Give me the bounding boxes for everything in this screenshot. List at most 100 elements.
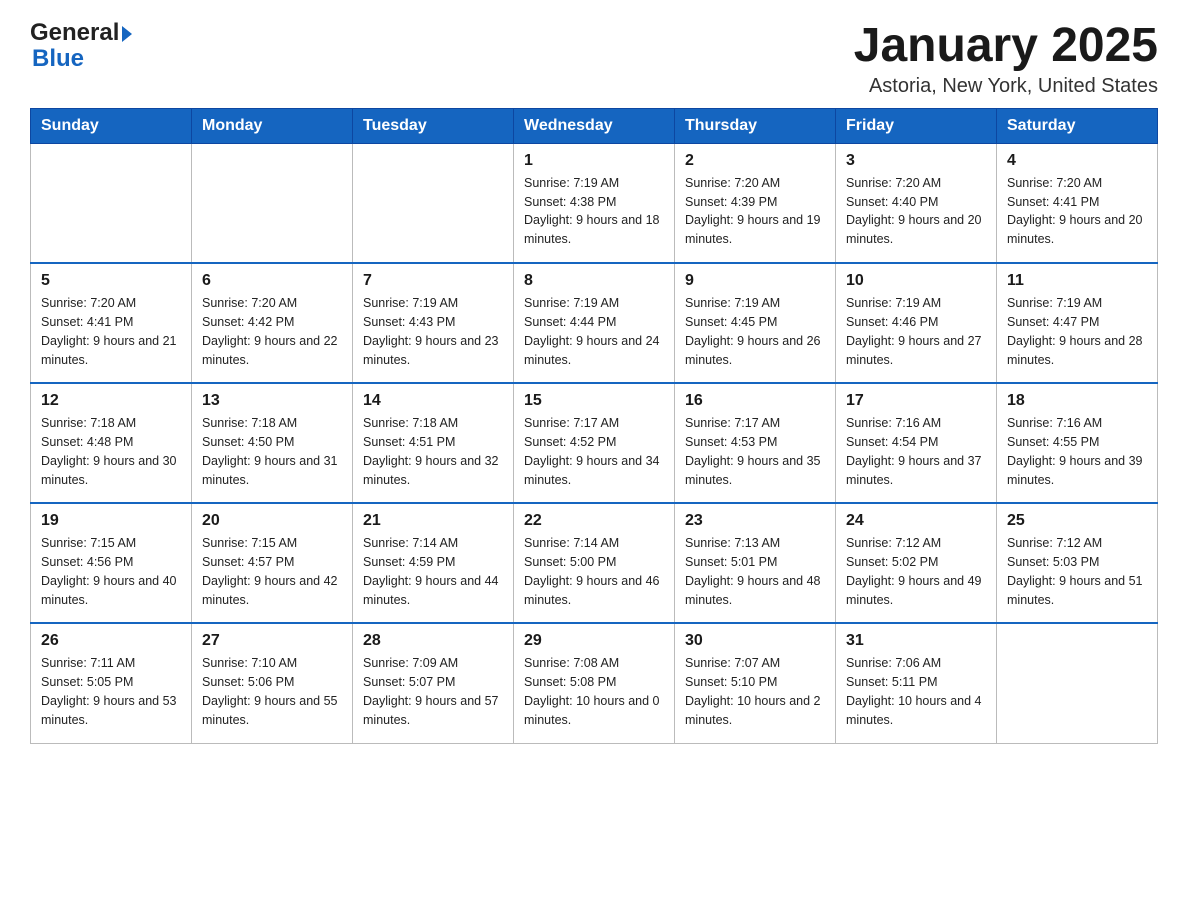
calendar-cell [31, 143, 192, 263]
calendar-cell: 12 Sunrise: 7:18 AM Sunset: 4:48 PM Dayli… [31, 383, 192, 503]
logo-line1: General [30, 20, 132, 46]
calendar-cell: 26Sunrise: 7:11 AM Sunset: 5:05 PM Dayli… [31, 623, 192, 743]
calendar-cell: 18 Sunrise: 7:16 AM Sunset: 4:55 PM Dayli… [997, 383, 1158, 503]
cell-info: Sunrise: 7:19 AM Sunset: 4:44 PM Dayligh… [524, 294, 664, 369]
calendar-cell: 31Sunrise: 7:06 AM Sunset: 5:11 PM Dayli… [836, 623, 997, 743]
cell-day-number: 22 [524, 512, 664, 530]
cell-info: Sunrise: 7:20 AM Sunset: 4:40 PM Dayligh… [846, 174, 986, 249]
cell-info: Sunrise: 7:19 AM Sunset: 4:38 PM Dayligh… [524, 174, 664, 249]
cell-info: Sunrise: 7:20 AM Sunset: 4:42 PM Dayligh… [202, 294, 342, 369]
calendar-body: 1 Sunrise: 7:19 AM Sunset: 4:38 PM Daylig… [31, 143, 1158, 743]
calendar-cell: 22 Sunrise: 7:14 AM Sunset: 5:00 PM Dayli… [514, 503, 675, 623]
calendar-cell: 27 Sunrise: 7:10 AM Sunset: 5:06 PM Dayli… [192, 623, 353, 743]
calendar-week-row: 26Sunrise: 7:11 AM Sunset: 5:05 PM Dayli… [31, 623, 1158, 743]
title-area: January 2025 Astoria, New York, United S… [854, 20, 1158, 98]
cell-day-number: 13 [202, 392, 342, 410]
cell-day-number: 14 [363, 392, 503, 410]
calendar-cell: 15 Sunrise: 7:17 AM Sunset: 4:52 PM Dayli… [514, 383, 675, 503]
cell-day-number: 7 [363, 272, 503, 290]
cell-info: Sunrise: 7:16 AM Sunset: 4:54 PM Dayligh… [846, 414, 986, 489]
cell-info: Sunrise: 7:09 AM Sunset: 5:07 PM Dayligh… [363, 654, 503, 729]
cell-info: Sunrise: 7:13 AM Sunset: 5:01 PM Dayligh… [685, 534, 825, 609]
calendar-cell: 17 Sunrise: 7:16 AM Sunset: 4:54 PM Dayli… [836, 383, 997, 503]
calendar-cell: 19 Sunrise: 7:15 AM Sunset: 4:56 PM Dayli… [31, 503, 192, 623]
cell-info: Sunrise: 7:12 AM Sunset: 5:03 PM Dayligh… [1007, 534, 1147, 609]
calendar-week-row: 5 Sunrise: 7:20 AM Sunset: 4:41 PM Daylig… [31, 263, 1158, 383]
calendar-cell: 21Sunrise: 7:14 AM Sunset: 4:59 PM Dayli… [353, 503, 514, 623]
cell-day-number: 27 [202, 632, 342, 650]
cell-day-number: 25 [1007, 512, 1147, 530]
page-header: General Blue January 2025 Astoria, New Y… [30, 20, 1158, 98]
cell-info: Sunrise: 7:10 AM Sunset: 5:06 PM Dayligh… [202, 654, 342, 729]
cell-day-number: 10 [846, 272, 986, 290]
cell-day-number: 16 [685, 392, 825, 410]
cell-info: Sunrise: 7:11 AM Sunset: 5:05 PM Dayligh… [41, 654, 181, 729]
calendar-cell: 30Sunrise: 7:07 AM Sunset: 5:10 PM Dayli… [675, 623, 836, 743]
cell-day-number: 17 [846, 392, 986, 410]
cell-info: Sunrise: 7:08 AM Sunset: 5:08 PM Dayligh… [524, 654, 664, 729]
cell-day-number: 4 [1007, 152, 1147, 170]
cell-day-number: 5 [41, 272, 181, 290]
calendar-cell: 7Sunrise: 7:19 AM Sunset: 4:43 PM Daylig… [353, 263, 514, 383]
cell-day-number: 3 [846, 152, 986, 170]
cell-day-number: 23 [685, 512, 825, 530]
calendar-cell [997, 623, 1158, 743]
calendar-cell: 28 Sunrise: 7:09 AM Sunset: 5:07 PM Dayli… [353, 623, 514, 743]
calendar-cell: 20Sunrise: 7:15 AM Sunset: 4:57 PM Dayli… [192, 503, 353, 623]
calendar-cell: 23 Sunrise: 7:13 AM Sunset: 5:01 PM Dayli… [675, 503, 836, 623]
cell-info: Sunrise: 7:17 AM Sunset: 4:52 PM Dayligh… [524, 414, 664, 489]
days-of-week-row: SundayMondayTuesdayWednesdayThursdayFrid… [31, 108, 1158, 143]
cell-day-number: 18 [1007, 392, 1147, 410]
cell-info: Sunrise: 7:19 AM Sunset: 4:46 PM Dayligh… [846, 294, 986, 369]
cell-day-number: 15 [524, 392, 664, 410]
day-header-tuesday: Tuesday [353, 108, 514, 143]
cell-day-number: 28 [363, 632, 503, 650]
cell-day-number: 8 [524, 272, 664, 290]
calendar-cell: 29 Sunrise: 7:08 AM Sunset: 5:08 PM Dayli… [514, 623, 675, 743]
cell-day-number: 29 [524, 632, 664, 650]
calendar-cell: 13 Sunrise: 7:18 AM Sunset: 4:50 PM Dayli… [192, 383, 353, 503]
calendar-cell: 11Sunrise: 7:19 AM Sunset: 4:47 PM Dayli… [997, 263, 1158, 383]
day-header-friday: Friday [836, 108, 997, 143]
cell-day-number: 9 [685, 272, 825, 290]
calendar-cell: 10 Sunrise: 7:19 AM Sunset: 4:46 PM Dayli… [836, 263, 997, 383]
cell-info: Sunrise: 7:15 AM Sunset: 4:57 PM Dayligh… [202, 534, 342, 609]
logo-arrow-icon [122, 26, 132, 42]
cell-info: Sunrise: 7:20 AM Sunset: 4:41 PM Dayligh… [41, 294, 181, 369]
cell-day-number: 19 [41, 512, 181, 530]
calendar-cell: 25 Sunrise: 7:12 AM Sunset: 5:03 PM Dayli… [997, 503, 1158, 623]
cell-info: Sunrise: 7:20 AM Sunset: 4:41 PM Dayligh… [1007, 174, 1147, 249]
cell-info: Sunrise: 7:19 AM Sunset: 4:45 PM Dayligh… [685, 294, 825, 369]
calendar-cell [192, 143, 353, 263]
cell-info: Sunrise: 7:15 AM Sunset: 4:56 PM Dayligh… [41, 534, 181, 609]
calendar-cell: 9 Sunrise: 7:19 AM Sunset: 4:45 PM Daylig… [675, 263, 836, 383]
day-header-thursday: Thursday [675, 108, 836, 143]
calendar-cell: 2Sunrise: 7:20 AM Sunset: 4:39 PM Daylig… [675, 143, 836, 263]
calendar-cell: 1 Sunrise: 7:19 AM Sunset: 4:38 PM Daylig… [514, 143, 675, 263]
calendar-cell: 4 Sunrise: 7:20 AM Sunset: 4:41 PM Daylig… [997, 143, 1158, 263]
cell-info: Sunrise: 7:14 AM Sunset: 5:00 PM Dayligh… [524, 534, 664, 609]
calendar-cell: 3 Sunrise: 7:20 AM Sunset: 4:40 PM Daylig… [836, 143, 997, 263]
cell-info: Sunrise: 7:07 AM Sunset: 5:10 PM Dayligh… [685, 654, 825, 729]
cell-day-number: 11 [1007, 272, 1147, 290]
cell-day-number: 6 [202, 272, 342, 290]
day-header-wednesday: Wednesday [514, 108, 675, 143]
cell-day-number: 21 [363, 512, 503, 530]
calendar-cell [353, 143, 514, 263]
cell-info: Sunrise: 7:18 AM Sunset: 4:51 PM Dayligh… [363, 414, 503, 489]
cell-info: Sunrise: 7:18 AM Sunset: 4:50 PM Dayligh… [202, 414, 342, 489]
cell-info: Sunrise: 7:06 AM Sunset: 5:11 PM Dayligh… [846, 654, 986, 729]
cell-day-number: 12 [41, 392, 181, 410]
cell-day-number: 1 [524, 152, 664, 170]
calendar-header: SundayMondayTuesdayWednesdayThursdayFrid… [31, 108, 1158, 143]
calendar-cell: 14 Sunrise: 7:18 AM Sunset: 4:51 PM Dayli… [353, 383, 514, 503]
calendar-week-row: 19 Sunrise: 7:15 AM Sunset: 4:56 PM Dayli… [31, 503, 1158, 623]
location-subtitle: Astoria, New York, United States [854, 75, 1158, 98]
day-header-monday: Monday [192, 108, 353, 143]
calendar-week-row: 12 Sunrise: 7:18 AM Sunset: 4:48 PM Dayli… [31, 383, 1158, 503]
calendar-week-row: 1 Sunrise: 7:19 AM Sunset: 4:38 PM Daylig… [31, 143, 1158, 263]
cell-info: Sunrise: 7:16 AM Sunset: 4:55 PM Dayligh… [1007, 414, 1147, 489]
cell-info: Sunrise: 7:18 AM Sunset: 4:48 PM Dayligh… [41, 414, 181, 489]
cell-info: Sunrise: 7:20 AM Sunset: 4:39 PM Dayligh… [685, 174, 825, 249]
month-title: January 2025 [854, 20, 1158, 73]
